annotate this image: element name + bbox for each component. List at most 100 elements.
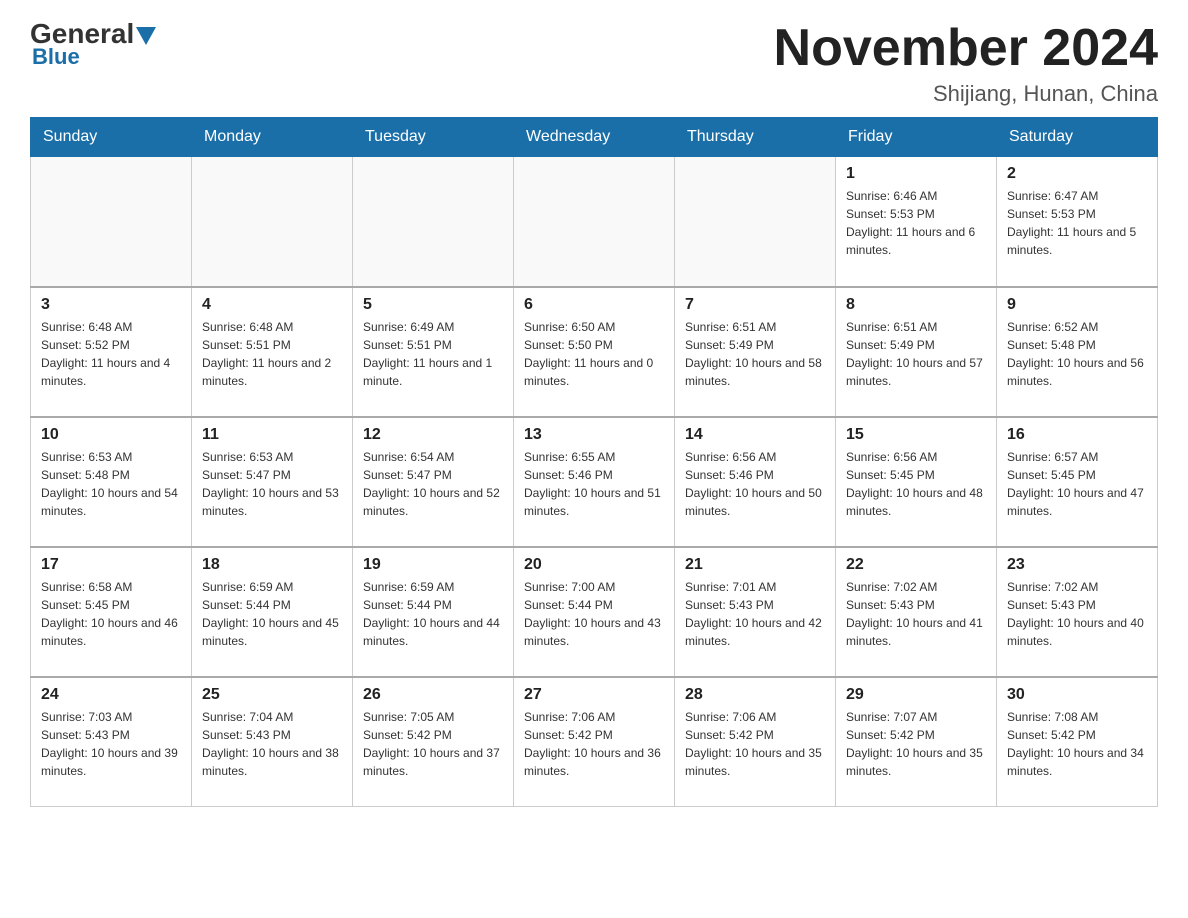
day-number: 30 — [1007, 686, 1147, 704]
day-number: 8 — [846, 296, 986, 314]
day-cell: 27 Sunrise: 7:06 AMSunset: 5:42 PMDayligh… — [514, 677, 675, 807]
day-number: 26 — [363, 686, 503, 704]
day-info: Sunrise: 7:05 AMSunset: 5:42 PMDaylight:… — [363, 708, 503, 780]
page-header: General Blue November 2024 Shijiang, Hun… — [30, 20, 1158, 107]
day-info: Sunrise: 6:49 AMSunset: 5:51 PMDaylight:… — [363, 318, 503, 390]
day-cell: 29Sunrise: 7:07 AMSunset: 5:42 PMDayligh… — [836, 677, 997, 807]
day-info: Sunrise: 6:57 AMSunset: 5:45 PMDaylight:… — [1007, 448, 1147, 520]
day-info: Sunrise: 7:03 AMSunset: 5:43 PMDaylight:… — [41, 708, 181, 780]
day-info: Sunrise: 7:06 AMSunset: 5:42 PMDaylight:… — [685, 708, 825, 780]
calendar-title: November 2024 — [774, 20, 1158, 77]
day-number: 6 — [524, 296, 664, 314]
day-info: Sunrise: 6:51 AMSunset: 5:49 PMDaylight:… — [846, 318, 986, 390]
day-cell: 28 Sunrise: 7:06 AMSunset: 5:42 PMDayligh… — [675, 677, 836, 807]
week-row-3: 10 Sunrise: 6:53 AMSunset: 5:48 PMDayligh… — [31, 417, 1158, 547]
day-cell: 2 Sunrise: 6:47 AMSunset: 5:53 PMDaylight… — [997, 157, 1158, 287]
day-number: 21 — [685, 556, 825, 574]
day-info: Sunrise: 6:48 AMSunset: 5:51 PMDaylight:… — [202, 318, 342, 390]
day-info: Sunrise: 6:51 AMSunset: 5:49 PMDaylight:… — [685, 318, 825, 390]
day-cell: 10 Sunrise: 6:53 AMSunset: 5:48 PMDayligh… — [31, 417, 192, 547]
day-info: Sunrise: 7:00 AMSunset: 5:44 PMDaylight:… — [524, 578, 664, 650]
day-info: Sunrise: 6:55 AMSunset: 5:46 PMDaylight:… — [524, 448, 664, 520]
logo-blue-label: Blue — [30, 44, 80, 70]
day-cell: 17Sunrise: 6:58 AMSunset: 5:45 PMDayligh… — [31, 547, 192, 677]
day-number: 25 — [202, 686, 342, 704]
week-row-2: 3Sunrise: 6:48 AMSunset: 5:52 PMDaylight… — [31, 287, 1158, 417]
day-number: 15 — [846, 426, 986, 444]
day-cell: 16Sunrise: 6:57 AMSunset: 5:45 PMDayligh… — [997, 417, 1158, 547]
day-info: Sunrise: 6:56 AMSunset: 5:46 PMDaylight:… — [685, 448, 825, 520]
day-cell — [514, 157, 675, 287]
day-number: 14 — [685, 426, 825, 444]
day-info: Sunrise: 6:54 AMSunset: 5:47 PMDaylight:… — [363, 448, 503, 520]
day-number: 7 — [685, 296, 825, 314]
day-cell: 11 Sunrise: 6:53 AMSunset: 5:47 PMDayligh… — [192, 417, 353, 547]
day-info: Sunrise: 6:53 AMSunset: 5:47 PMDaylight:… — [202, 448, 342, 520]
calendar-subtitle: Shijiang, Hunan, China — [774, 81, 1158, 107]
day-number: 17 — [41, 556, 181, 574]
week-row-1: 1Sunrise: 6:46 AMSunset: 5:53 PMDaylight… — [31, 157, 1158, 287]
day-number: 28 — [685, 686, 825, 704]
day-cell: 26 Sunrise: 7:05 AMSunset: 5:42 PMDayligh… — [353, 677, 514, 807]
day-cell: 21 Sunrise: 7:01 AMSunset: 5:43 PMDayligh… — [675, 547, 836, 677]
day-number: 27 — [524, 686, 664, 704]
day-cell: 14 Sunrise: 6:56 AMSunset: 5:46 PMDayligh… — [675, 417, 836, 547]
day-cell — [192, 157, 353, 287]
logo-triangle-icon — [136, 27, 156, 45]
day-number: 23 — [1007, 556, 1147, 574]
week-row-5: 24 Sunrise: 7:03 AMSunset: 5:43 PMDayligh… — [31, 677, 1158, 807]
day-info: Sunrise: 6:56 AMSunset: 5:45 PMDaylight:… — [846, 448, 986, 520]
day-cell: 5 Sunrise: 6:49 AMSunset: 5:51 PMDaylight… — [353, 287, 514, 417]
day-cell: 24 Sunrise: 7:03 AMSunset: 5:43 PMDayligh… — [31, 677, 192, 807]
day-number: 24 — [41, 686, 181, 704]
day-cell: 22 Sunrise: 7:02 AMSunset: 5:43 PMDayligh… — [836, 547, 997, 677]
day-cell: 15 Sunrise: 6:56 AMSunset: 5:45 PMDayligh… — [836, 417, 997, 547]
weekday-header-row: SundayMondayTuesdayWednesdayThursdayFrid… — [31, 118, 1158, 157]
day-cell: 25Sunrise: 7:04 AMSunset: 5:43 PMDayligh… — [192, 677, 353, 807]
weekday-header-saturday: Saturday — [997, 118, 1158, 157]
day-cell: 30Sunrise: 7:08 AMSunset: 5:42 PMDayligh… — [997, 677, 1158, 807]
weekday-header-monday: Monday — [192, 118, 353, 157]
day-info: Sunrise: 7:06 AMSunset: 5:42 PMDaylight:… — [524, 708, 664, 780]
day-info: Sunrise: 7:01 AMSunset: 5:43 PMDaylight:… — [685, 578, 825, 650]
day-cell: 18Sunrise: 6:59 AMSunset: 5:44 PMDayligh… — [192, 547, 353, 677]
day-info: Sunrise: 6:50 AMSunset: 5:50 PMDaylight:… — [524, 318, 664, 390]
day-cell — [675, 157, 836, 287]
title-area: November 2024 Shijiang, Hunan, China — [774, 20, 1158, 107]
logo: General Blue — [30, 20, 156, 70]
day-number: 22 — [846, 556, 986, 574]
day-number: 20 — [524, 556, 664, 574]
day-number: 9 — [1007, 296, 1147, 314]
day-number: 5 — [363, 296, 503, 314]
day-number: 10 — [41, 426, 181, 444]
day-cell: 8 Sunrise: 6:51 AMSunset: 5:49 PMDaylight… — [836, 287, 997, 417]
day-number: 29 — [846, 686, 986, 704]
weekday-header-sunday: Sunday — [31, 118, 192, 157]
day-number: 4 — [202, 296, 342, 314]
day-number: 11 — [202, 426, 342, 444]
day-number: 12 — [363, 426, 503, 444]
week-row-4: 17Sunrise: 6:58 AMSunset: 5:45 PMDayligh… — [31, 547, 1158, 677]
day-cell: 6 Sunrise: 6:50 AMSunset: 5:50 PMDaylight… — [514, 287, 675, 417]
day-number: 2 — [1007, 165, 1147, 183]
weekday-header-friday: Friday — [836, 118, 997, 157]
day-info: Sunrise: 6:53 AMSunset: 5:48 PMDaylight:… — [41, 448, 181, 520]
day-info: Sunrise: 7:02 AMSunset: 5:43 PMDaylight:… — [846, 578, 986, 650]
day-info: Sunrise: 6:47 AMSunset: 5:53 PMDaylight:… — [1007, 187, 1147, 259]
day-cell — [31, 157, 192, 287]
day-info: Sunrise: 7:02 AMSunset: 5:43 PMDaylight:… — [1007, 578, 1147, 650]
day-number: 3 — [41, 296, 181, 314]
day-cell: 4 Sunrise: 6:48 AMSunset: 5:51 PMDaylight… — [192, 287, 353, 417]
day-cell: 19Sunrise: 6:59 AMSunset: 5:44 PMDayligh… — [353, 547, 514, 677]
day-info: Sunrise: 6:59 AMSunset: 5:44 PMDaylight:… — [363, 578, 503, 650]
day-cell: 13 Sunrise: 6:55 AMSunset: 5:46 PMDayligh… — [514, 417, 675, 547]
day-number: 18 — [202, 556, 342, 574]
weekday-header-tuesday: Tuesday — [353, 118, 514, 157]
day-cell: 9Sunrise: 6:52 AMSunset: 5:48 PMDaylight… — [997, 287, 1158, 417]
day-number: 13 — [524, 426, 664, 444]
day-info: Sunrise: 6:46 AMSunset: 5:53 PMDaylight:… — [846, 187, 986, 259]
day-cell: 7 Sunrise: 6:51 AMSunset: 5:49 PMDaylight… — [675, 287, 836, 417]
calendar-table: SundayMondayTuesdayWednesdayThursdayFrid… — [30, 117, 1158, 807]
day-cell: 3Sunrise: 6:48 AMSunset: 5:52 PMDaylight… — [31, 287, 192, 417]
day-cell: 23 Sunrise: 7:02 AMSunset: 5:43 PMDayligh… — [997, 547, 1158, 677]
